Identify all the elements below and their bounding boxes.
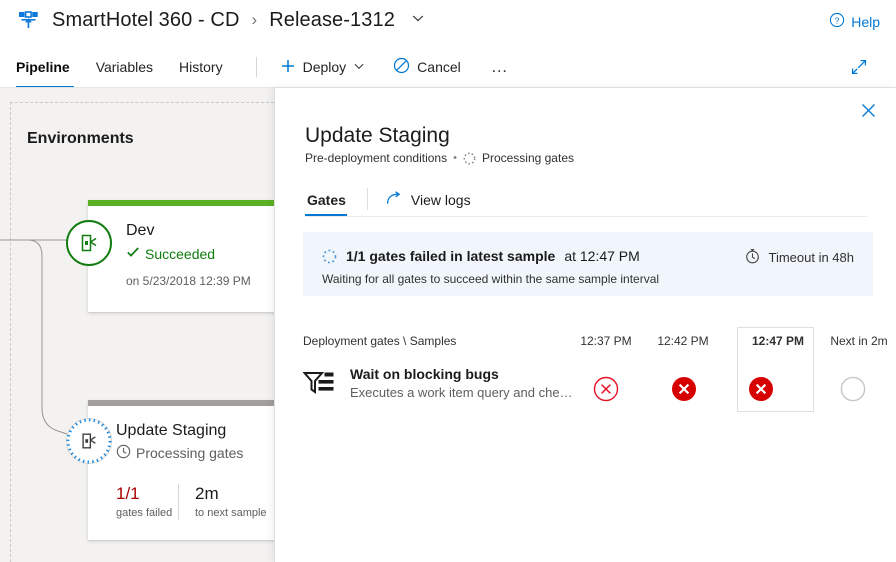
help-label: Help [851, 14, 880, 30]
gates-failed-stat: 1/1 gates failed [116, 484, 174, 519]
deploy-button[interactable]: Deploy [271, 51, 375, 83]
environment-timestamp: on 5/23/2018 12:39 PM [126, 274, 282, 288]
gates-table-row-header: Deployment gates \ Samples [303, 334, 456, 348]
gates-detail-panel: Update Staging Pre-deployment conditions… [274, 88, 896, 562]
toolbar: Pipeline Variables History Deploy [0, 46, 896, 88]
environment-status: Succeeded [126, 245, 282, 262]
no-entry-icon [393, 57, 410, 77]
panel-tab-divider [367, 188, 368, 210]
cancel-button[interactable]: Cancel [384, 51, 470, 83]
banner-bold-text: 1/1 gates failed in latest sample [346, 248, 555, 264]
release-pipeline-page: SmartHotel 360 - CD › Release-1312 ? Hel… [0, 0, 896, 562]
release-name[interactable]: Release-1312 [269, 9, 395, 32]
ellipsis-icon: … [491, 62, 510, 72]
next-sample-value: 2m [195, 484, 267, 504]
environment-status: Processing gates [116, 444, 282, 462]
stat-divider [178, 484, 179, 520]
sample-column-header-1: 12:37 PM [571, 334, 641, 348]
tab-variables[interactable]: Variables [83, 46, 166, 88]
panel-tab-underline [305, 216, 867, 217]
environment-name: Update Staging [116, 422, 282, 440]
panel-title: Update Staging [305, 124, 450, 148]
tab-gates-label: Gates [307, 192, 346, 208]
banner-timeout-label: Timeout in 48h [768, 250, 854, 265]
next-sample-stat: 2m to next sample [195, 484, 267, 519]
timer-icon [745, 248, 760, 267]
gates-failed-value: 1/1 [116, 484, 174, 504]
gate-name: Wait on blocking bugs [350, 366, 573, 382]
banner-secondary-text: Waiting for all gates to succeed within … [322, 272, 659, 286]
environment-card-update-staging[interactable]: Update Staging Processing gates 1/1 gate… [88, 400, 282, 540]
deploy-label: Deploy [303, 59, 347, 75]
tab-pipeline[interactable]: Pipeline [14, 46, 83, 88]
chevron-down-icon[interactable] [411, 11, 425, 30]
spinner-icon [322, 249, 337, 264]
tab-pipeline-label: Pipeline [16, 59, 70, 75]
deploy-stamp-icon [79, 431, 99, 451]
svg-text:?: ? [835, 15, 840, 25]
environment-name: Dev [126, 222, 282, 240]
gate-description: Executes a work item query and che… [350, 385, 573, 400]
next-sample-label: to next sample [195, 507, 267, 519]
breadcrumb-separator: › [250, 10, 260, 30]
banner-primary-row: 1/1 gates failed in latest sample at 12:… [322, 248, 640, 264]
panel-subtitle: Pre-deployment conditions • Processing g… [305, 151, 574, 165]
deploy-chevron-down-icon[interactable] [353, 59, 365, 75]
breadcrumb: SmartHotel 360 - CD › Release-1312 [14, 6, 425, 34]
open-link-arrow-icon [386, 191, 403, 209]
close-icon[interactable] [855, 97, 881, 123]
sample-column-header-4: Next in 2m [819, 334, 896, 348]
tab-gates[interactable]: Gates [305, 184, 355, 216]
work-item-query-icon [303, 370, 337, 405]
clock-icon [116, 444, 131, 462]
panel-tab-bar: Gates View logs [305, 184, 867, 218]
release-pipeline-icon [14, 6, 42, 34]
environment-badge-dev[interactable] [66, 220, 112, 266]
gates-table-header: Deployment gates \ Samples 12:37 PM 12:4… [303, 334, 883, 356]
sample-column-header-3: 12:47 PM [740, 334, 816, 348]
panel-subtitle-dot: • [453, 152, 457, 164]
gates-status-banner: 1/1 gates failed in latest sample at 12:… [303, 232, 873, 296]
expand-diagonal-icon[interactable] [850, 58, 868, 81]
help-button[interactable]: ? Help [829, 12, 880, 31]
panel-subtitle-prefix: Pre-deployment conditions [305, 151, 447, 165]
sample-result-4-pending[interactable] [830, 366, 876, 412]
deploy-stamp-icon [78, 232, 100, 254]
view-logs-label: View logs [411, 192, 471, 208]
pipeline-name[interactable]: SmartHotel 360 - CD [52, 9, 240, 32]
environment-card-dev[interactable]: Dev Succeeded on 5/23/2018 12:39 PM [88, 200, 282, 312]
banner-timeout: Timeout in 48h [745, 248, 854, 267]
environment-status-label: Succeeded [145, 246, 215, 262]
gates-failed-label: gates failed [116, 507, 174, 519]
environment-badge-update-staging[interactable] [66, 418, 112, 464]
page-header: SmartHotel 360 - CD › Release-1312 ? Hel… [0, 0, 896, 46]
toolbar-divider [256, 57, 257, 77]
sample-result-1-failed-outline[interactable] [583, 366, 629, 412]
environment-status-label: Processing gates [136, 445, 243, 461]
spinner-icon [463, 152, 476, 165]
view-logs-link[interactable]: View logs [386, 184, 471, 216]
sample-column-header-2: 12:42 PM [648, 334, 718, 348]
checkmark-icon [126, 245, 140, 262]
tab-history-label: History [179, 59, 223, 75]
tab-history[interactable]: History [166, 46, 236, 88]
gate-row[interactable]: Wait on blocking bugs Executes a work it… [303, 366, 883, 412]
more-actions-button[interactable]: … [482, 51, 519, 83]
cancel-label: Cancel [417, 59, 461, 75]
panel-subtitle-status: Processing gates [482, 151, 574, 165]
environments-canvas: Environments Dev Succeeded on 5/23/201 [0, 88, 282, 562]
plus-icon [280, 58, 296, 77]
banner-time-text: at 12:47 PM [564, 248, 640, 264]
sample-result-3-failed-filled[interactable] [738, 366, 784, 412]
question-circle-icon: ? [829, 12, 845, 31]
tab-variables-label: Variables [96, 59, 153, 75]
sample-result-2-failed-filled[interactable] [661, 366, 707, 412]
